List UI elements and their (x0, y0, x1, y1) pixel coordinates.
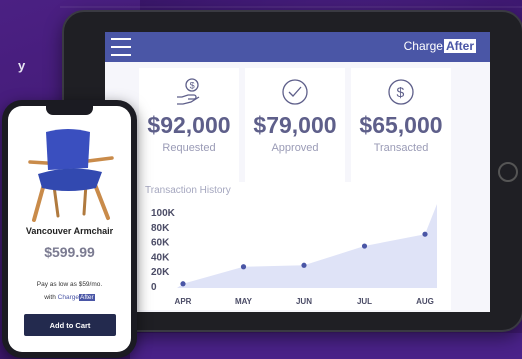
x-tick-label: AUG (416, 297, 434, 306)
dollar-circle-icon: $ (385, 76, 417, 108)
y-tick-label: 40K (151, 252, 170, 263)
brand-charge: Charge (403, 39, 443, 53)
stat-label: Requested (162, 142, 216, 154)
brand-logo: Charge After (404, 39, 476, 53)
x-tick-label: APR (175, 297, 192, 306)
data-point (422, 231, 428, 237)
data-point (301, 262, 307, 268)
stat-value: $65,000 (359, 112, 443, 138)
stat-card-approved: $79,000 Approved (245, 68, 345, 186)
y-tick-label: 20K (151, 267, 170, 278)
svg-text:$: $ (397, 84, 405, 100)
brand-after: After (443, 39, 476, 53)
chart-area (177, 204, 437, 288)
chart-svg: 0 20K 40K 60K 80K 100K APR MAY JUN JUL AUG (151, 204, 437, 306)
background-bottom-band (130, 333, 522, 359)
tablet-screen: Charge After $ $92,000 Requested $79,000… (105, 32, 490, 312)
stats-row: $ $92,000 Requested $79,000 Approved $ $… (139, 68, 451, 186)
phone-device: Vancouver Armchair $599.99 Pay as low as… (2, 100, 137, 358)
brand-charge: Charge (57, 294, 79, 301)
with-text: with (44, 294, 56, 301)
brand-after: After (78, 294, 95, 301)
tablet-home-button[interactable] (498, 162, 518, 182)
hamburger-menu-icon[interactable] (111, 38, 131, 56)
stat-label: Transacted (373, 142, 429, 154)
x-tick-label: JUL (357, 297, 372, 306)
armchair-image (28, 129, 114, 222)
financing-text: Pay as low as $59/mo. (36, 281, 103, 288)
left-text-fragment: y (18, 58, 26, 73)
stat-label: Approved (271, 142, 319, 154)
product-name: Vancouver Armchair (25, 226, 114, 236)
stat-card-transacted: $ $65,000 Transacted (351, 68, 451, 186)
stat-value: $92,000 (147, 112, 231, 138)
hand-dollar-icon: $ (173, 76, 205, 108)
financing-brand-line[interactable]: with ChargeAfter (8, 294, 131, 301)
data-point (240, 264, 247, 270)
transaction-history-chart: Transaction History 0 20K 40K 60K 80K 100K APR… (139, 182, 451, 310)
product-price: $599.99 (44, 244, 95, 260)
y-tick-label: 100K (151, 208, 176, 219)
background-stripe (60, 6, 522, 8)
stat-card-requested: $ $92,000 Requested (139, 68, 239, 186)
data-point (361, 243, 368, 249)
app-bar: Charge After (105, 32, 490, 62)
svg-text:$: $ (190, 81, 195, 91)
y-tick-label: 0 (151, 282, 157, 293)
y-tick-label: 60K (151, 238, 170, 249)
x-tick-label: JUN (296, 297, 312, 306)
phone-screen: Vancouver Armchair $599.99 Pay as low as… (8, 106, 131, 352)
data-point (180, 281, 186, 287)
y-tick-label: 80K (151, 223, 170, 234)
phone-notch (46, 106, 93, 115)
stat-value: $79,000 (253, 112, 337, 138)
x-tick-label: MAY (235, 297, 253, 306)
add-to-cart-button[interactable]: Add to Cart (24, 314, 116, 336)
check-circle-icon (279, 76, 311, 108)
